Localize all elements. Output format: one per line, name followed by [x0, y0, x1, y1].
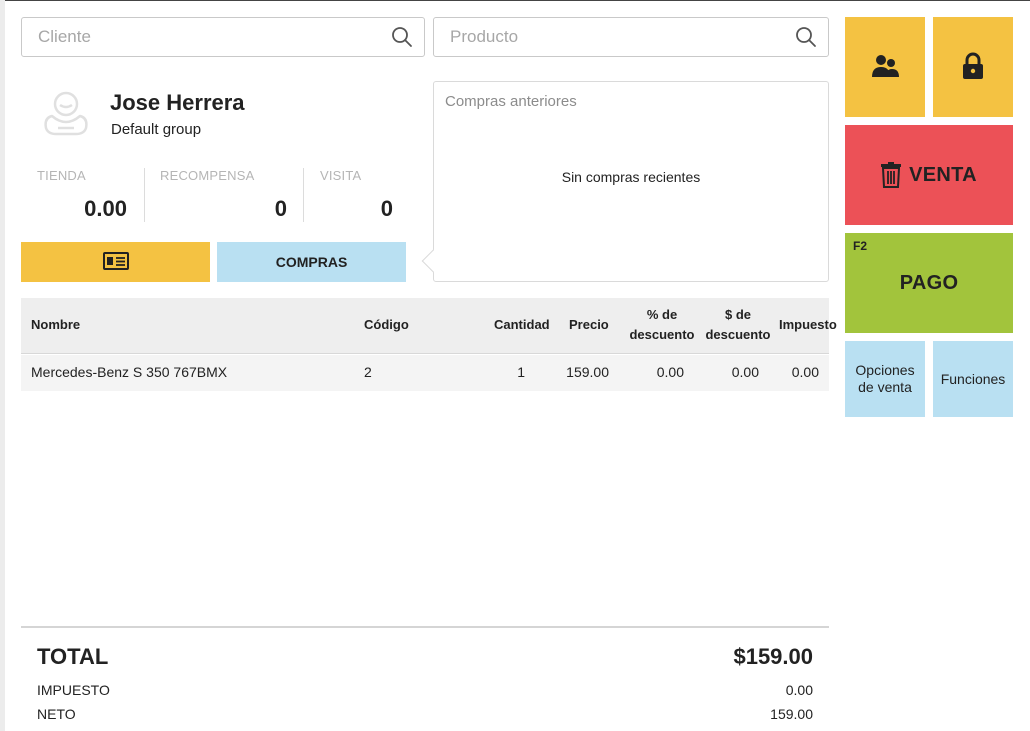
- customer-group: Default group: [111, 121, 202, 138]
- net-label: NETO: [37, 706, 76, 722]
- window-top-border: [0, 0, 1030, 1]
- column-header-pct-discount[interactable]: % de descuento: [627, 305, 697, 345]
- column-header-amt-discount-line1: $ de: [724, 307, 751, 322]
- total-label: TOTAL: [37, 644, 109, 669]
- search-icon[interactable]: [794, 25, 818, 49]
- previous-purchases-title: Compras anteriores: [445, 93, 577, 110]
- cell-amt-discount[interactable]: 0.00: [693, 364, 759, 380]
- table-header: Nombre Código Cantidad Precio % de descu…: [21, 298, 837, 354]
- window-left-border: [0, 0, 5, 731]
- cell-qty[interactable]: 1: [461, 364, 525, 380]
- column-header-amt-discount-line2: descuento: [705, 327, 771, 342]
- cell-price[interactable]: 159.00: [541, 364, 609, 380]
- total-value: $159.00: [733, 644, 813, 669]
- functions-label: Funciones: [940, 370, 1006, 387]
- stat-value-reward: 0: [274, 196, 287, 221]
- pay-shortcut-key: F2: [853, 239, 868, 253]
- baby-avatar-icon: [40, 88, 92, 140]
- column-header-tax[interactable]: Impuesto: [779, 315, 837, 335]
- stat-label-reward: RECOMPENSA: [160, 168, 255, 183]
- stat-label-visit: VISITA: [320, 168, 362, 183]
- stat-value-store: 0.00: [84, 196, 127, 221]
- cell-tax: 0.00: [791, 364, 819, 380]
- stat-label-store: TIENDA: [37, 168, 86, 183]
- lock-button[interactable]: [933, 17, 1013, 117]
- tax-label: IMPUESTO: [37, 682, 110, 698]
- customers-button[interactable]: [845, 17, 925, 117]
- tax-value: 0.00: [785, 682, 813, 698]
- cell-name: Mercedes-Benz S 350 767BMX: [31, 364, 228, 380]
- search-icon[interactable]: [390, 25, 414, 49]
- users-icon: [871, 53, 899, 82]
- net-value: 159.00: [770, 706, 813, 722]
- stat-divider: [303, 168, 304, 222]
- functions-button[interactable]: Funciones: [933, 341, 1013, 417]
- column-header-amt-discount[interactable]: $ de descuento: [703, 305, 773, 345]
- id-card-icon: [102, 251, 129, 273]
- pay-button[interactable]: F2 PAGO: [845, 233, 1013, 333]
- previous-purchases-empty: Sin compras recientes: [561, 169, 701, 185]
- previous-purchases-panel: Compras anteriores Sin compras recientes: [433, 81, 829, 282]
- column-header-pct-discount-line2: descuento: [629, 327, 695, 342]
- void-sale-button[interactable]: VENTA: [845, 125, 1013, 225]
- void-sale-label: VENTA: [909, 163, 977, 186]
- column-header-code[interactable]: Código: [364, 315, 409, 335]
- stat-divider: [144, 168, 145, 222]
- column-header-pct-discount-line1: % de: [646, 307, 678, 322]
- customer-search-box[interactable]: [21, 17, 425, 57]
- stat-value-visit: 0: [380, 196, 393, 221]
- column-header-name[interactable]: Nombre: [31, 315, 80, 335]
- customer-card-button[interactable]: [21, 242, 210, 282]
- customer-name: Jose Herrera: [110, 90, 245, 115]
- cell-pct-discount[interactable]: 0.00: [617, 364, 684, 380]
- product-search-input[interactable]: [450, 27, 794, 47]
- pay-label: PAGO: [899, 271, 959, 294]
- sale-options-label-line1: Opciones: [855, 362, 915, 378]
- column-header-qty[interactable]: Cantidad: [494, 315, 550, 335]
- column-header-price[interactable]: Precio: [569, 315, 609, 335]
- product-search-box[interactable]: [433, 17, 829, 57]
- sale-options-button[interactable]: Opciones de venta: [845, 341, 925, 417]
- customer-search-input[interactable]: [38, 27, 390, 47]
- lock-icon: [961, 52, 985, 83]
- table-row[interactable]: Mercedes-Benz S 350 767BMX 2 1 159.00 0.…: [21, 355, 829, 391]
- cell-code: 2: [364, 364, 372, 380]
- trash-icon: [881, 162, 902, 188]
- purchases-button[interactable]: COMPRAS: [217, 242, 406, 282]
- sale-options-label-line2: de venta: [858, 379, 912, 395]
- totals-divider: [21, 626, 829, 628]
